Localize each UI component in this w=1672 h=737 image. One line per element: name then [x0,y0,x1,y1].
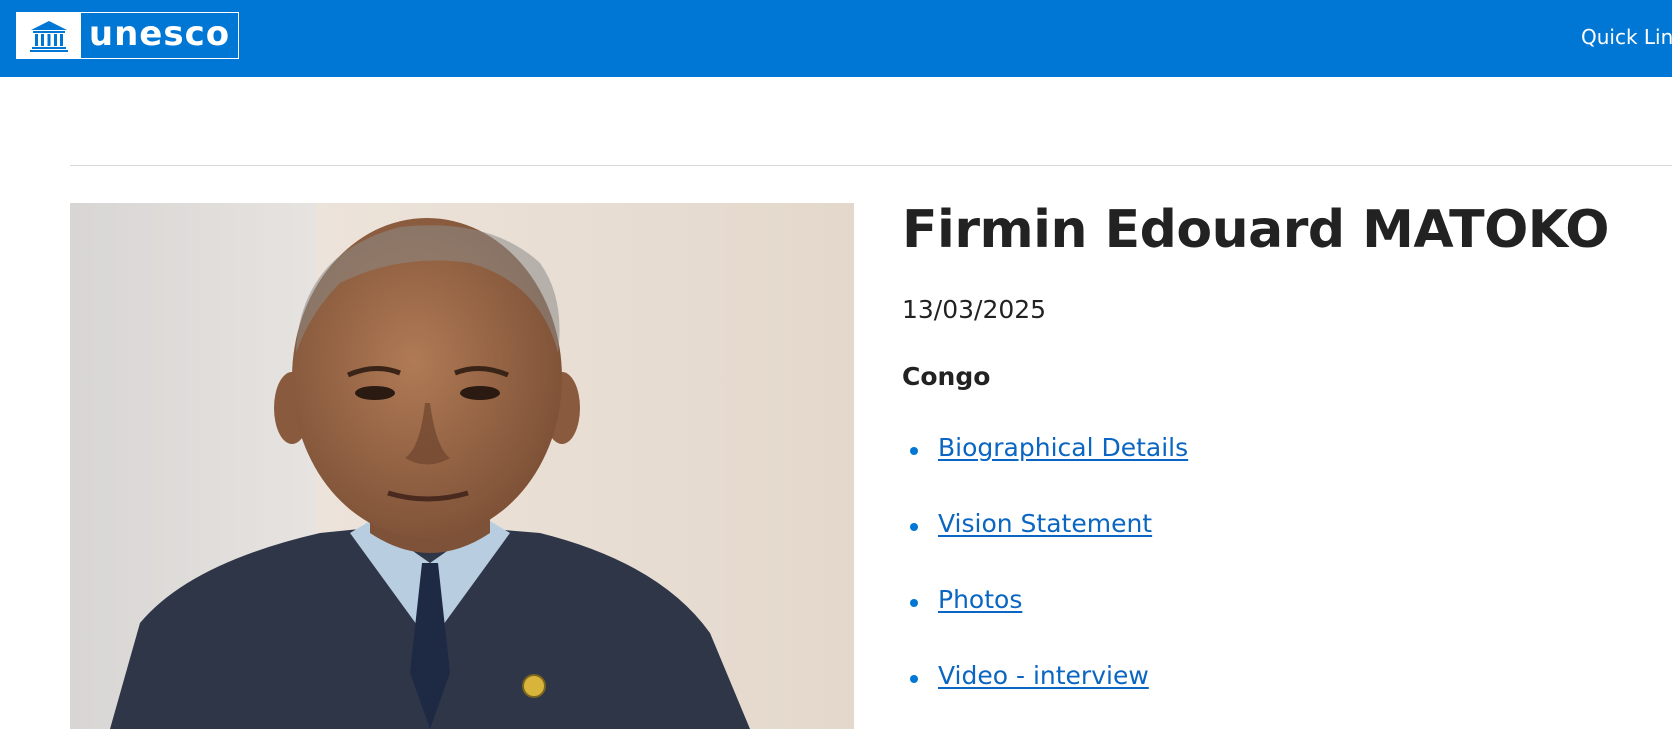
list-item: Biographical Details [902,433,1188,509]
country-label: Congo [902,362,991,391]
vision-statement-link[interactable]: Vision Statement [938,509,1152,538]
bullet-icon [910,675,918,683]
video-interview-link[interactable]: Video - interview [938,661,1149,690]
list-item: Video - interview [902,661,1188,737]
list-item: Vision Statement [902,509,1188,585]
bullet-icon [910,447,918,455]
profile-links-list: Biographical Details Vision Statement Ph… [902,433,1188,737]
temple-emblem-icon [17,13,81,58]
profile-portrait-photo [70,203,854,729]
person-name-heading: Firmin Edouard MATOKO [902,200,1609,260]
list-item: Photos [902,585,1188,661]
logo-wordmark: unesco [88,14,231,54]
quick-links-menu[interactable]: Quick Lin [1581,25,1672,49]
photos-link[interactable]: Photos [938,585,1022,614]
section-divider [70,165,1672,166]
publication-date: 13/03/2025 [902,295,1047,324]
unesco-logo-link[interactable]: unesco [16,12,239,59]
top-navigation-bar: unesco Quick Lin [0,0,1672,77]
bullet-icon [910,523,918,531]
biographical-details-link[interactable]: Biographical Details [938,433,1188,462]
bullet-icon [910,599,918,607]
